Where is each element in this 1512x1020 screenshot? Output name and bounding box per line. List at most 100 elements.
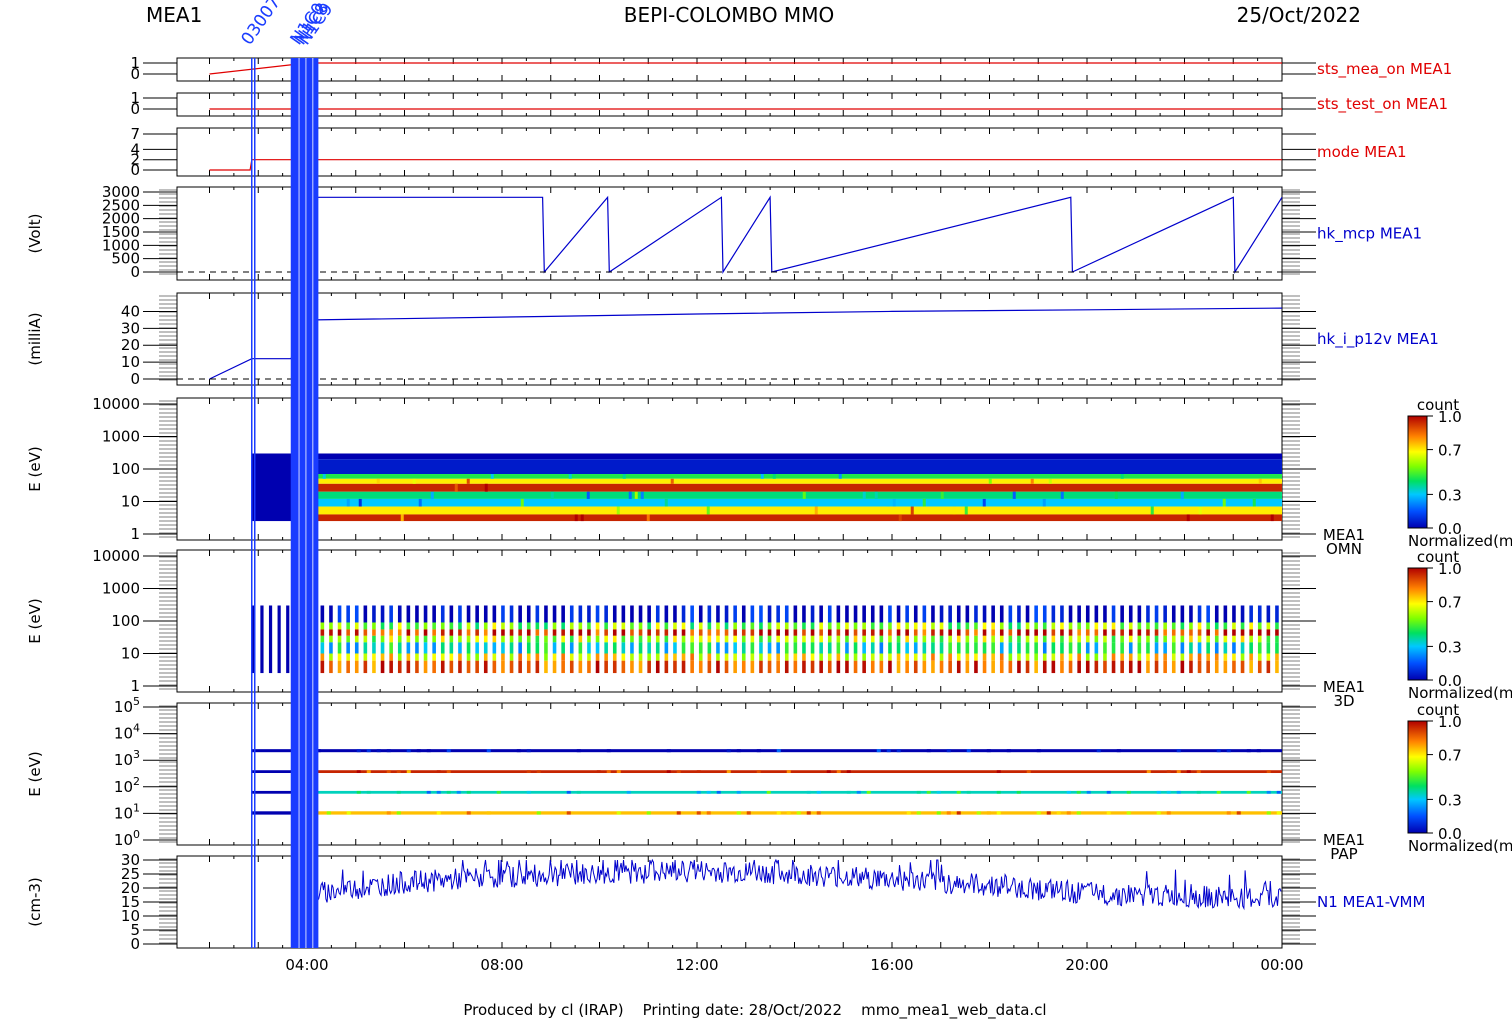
heatmap-column: [982, 642, 987, 654]
heatmap-column: [793, 642, 798, 654]
heatmap-column: [664, 635, 669, 643]
heatmap-column: [982, 605, 987, 623]
heatmap-column: [690, 635, 694, 643]
heatmap-column: [810, 660, 815, 674]
heatmap-column: [406, 622, 411, 630]
colorbar-tick: 0.7: [1438, 594, 1462, 612]
heatmap-cell: [1180, 491, 1184, 499]
heatmap-column: [707, 660, 712, 674]
heatmap-column: [423, 635, 428, 643]
heatmap-column: [991, 622, 995, 630]
heatmap-column: [1154, 660, 1159, 674]
heatmap-column: [965, 642, 970, 654]
heatmap-cell: [446, 790, 451, 794]
heatmap-cell: [1266, 770, 1271, 774]
heatmap-cell: [1042, 498, 1046, 507]
heatmap-column: [354, 642, 359, 654]
heatmap-column: [673, 635, 677, 643]
heatmap-column: [389, 635, 393, 643]
heatmap-column: [655, 622, 660, 630]
x-tick-label: 00:00: [1260, 956, 1303, 974]
panel-6: 100001000100101E (eV)MEA1OMNcount1.00.70…: [26, 395, 1512, 558]
heatmap-column: [999, 653, 1004, 661]
heatmap-column: [776, 635, 780, 643]
heatmap-column: [440, 629, 445, 636]
heatmap-column: [475, 642, 479, 654]
heatmap-column: [526, 622, 531, 630]
heatmap-column: [690, 660, 694, 674]
heatmap-column: [1163, 635, 1167, 643]
heatmap-column: [535, 622, 540, 630]
heatmap-cell: [520, 498, 524, 507]
heatmap-column: [784, 660, 789, 674]
heatmap-column: [1085, 653, 1090, 661]
heatmap-cell: [616, 770, 621, 774]
heatmap-column: [1017, 622, 1021, 630]
heatmap-column: [1223, 642, 1228, 654]
heatmap-column: [716, 622, 720, 630]
heatmap-column: [836, 635, 841, 643]
heatmap-cell: [1060, 491, 1064, 499]
heatmap-column: [905, 629, 909, 636]
heatmap-column: [681, 605, 686, 623]
heatmap-column: [638, 622, 643, 630]
y-tick-label: 10000: [92, 547, 140, 565]
heatmap-column: [1051, 642, 1056, 654]
heatmap-column: [655, 629, 660, 636]
heatmap-column: [397, 653, 402, 661]
panel-4: 300025002000150010005000(Volt) hk_mcp MEA…: [26, 183, 1422, 281]
heatmap-column: [853, 642, 858, 654]
x-tick-label: 16:00: [870, 956, 913, 974]
panel-label: hk_i_p12v MEA1: [1317, 330, 1439, 349]
heatmap-column: [483, 629, 488, 636]
heatmap-column: [612, 635, 617, 643]
heatmap-column: [612, 660, 617, 674]
heatmap-cell: [326, 811, 331, 815]
heatmap-column: [724, 635, 729, 643]
heatmap-column: [827, 660, 832, 674]
heatmap-column: [991, 642, 995, 654]
heatmap-column: [1232, 642, 1236, 654]
heatmap-column: [397, 605, 402, 623]
heatmap-column: [587, 605, 591, 623]
heatmap-cell: [526, 749, 531, 753]
heatmap-column: [716, 653, 720, 661]
heatmap-column: [716, 605, 720, 623]
heatmap-column: [552, 622, 557, 630]
heatmap-column: [862, 629, 866, 636]
heatmap-column: [647, 635, 651, 643]
heatmap-column: [1206, 642, 1210, 654]
heatmap-column: [638, 629, 643, 636]
heatmap-column: [836, 653, 841, 661]
heatmap-cell: [1222, 498, 1226, 507]
heatmap-column: [1189, 653, 1193, 661]
heatmap-column: [458, 635, 462, 643]
heatmap-column: [1171, 635, 1176, 643]
heatmap-column: [406, 629, 411, 636]
heatmap-column: [690, 629, 694, 636]
heatmap-column: [337, 629, 342, 636]
heatmap-column: [1051, 622, 1056, 630]
heatmap-cell: [1076, 811, 1081, 815]
heatmap-column: [363, 653, 368, 661]
heatmap-column: [698, 635, 703, 643]
heatmap-column: [1094, 605, 1099, 623]
heatmap-column: [896, 622, 901, 630]
heatmap-column: [905, 605, 909, 623]
heatmap-column: [1249, 605, 1253, 623]
heatmap-column: [458, 622, 462, 630]
heatmap-column: [466, 629, 471, 636]
heatmap-column: [1240, 605, 1245, 623]
heatmap-column: [380, 605, 385, 623]
heatmap-column: [612, 653, 617, 661]
heatmap-column: [1111, 653, 1116, 661]
heatmap-cell: [1156, 790, 1161, 794]
heatmap-cell: [628, 491, 632, 499]
heatmap-cell: [1266, 790, 1271, 794]
heatmap-column: [1068, 653, 1073, 661]
heatmap-column: [716, 660, 720, 674]
heatmap-column: [1232, 629, 1236, 636]
heatmap-column: [862, 635, 866, 643]
heatmap-column: [759, 660, 763, 674]
heatmap-column: [440, 653, 445, 661]
